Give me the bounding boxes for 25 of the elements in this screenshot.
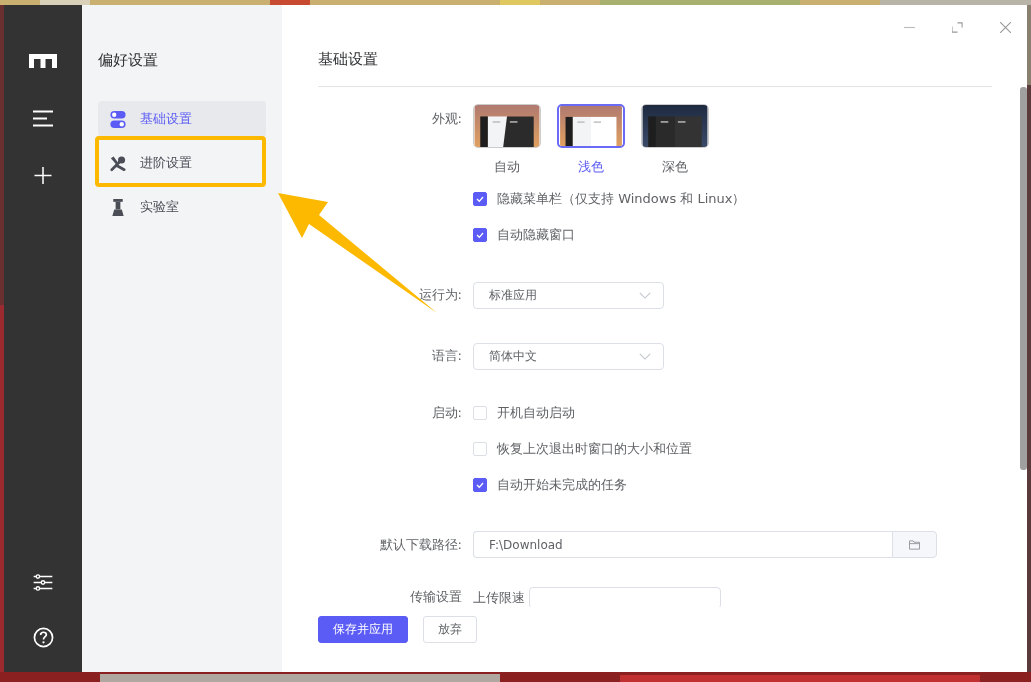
field-label: 外观: (430, 110, 462, 128)
sidebar-item[interactable]: 进阶设置 (98, 145, 266, 181)
page-title: 基础设置 (318, 50, 378, 70)
dropdown[interactable]: 简体中文 (473, 343, 664, 370)
field-label: 上传限速 (473, 589, 525, 607)
path-field[interactable]: F:\Download (473, 531, 892, 558)
field-label: 默认下载路径: (378, 536, 462, 554)
checkbox-label: 自动隐藏窗口 (497, 226, 575, 244)
checkbox-label: 自动开始未完成的任务 (497, 476, 627, 494)
field-label: 启动: (430, 404, 462, 422)
field-label: 运行为: (417, 286, 462, 304)
save-button[interactable]: 保存并应用 (318, 616, 408, 643)
checkbox-label: 恢复上次退出时窗口的大小和位置 (497, 440, 692, 458)
checkbox-label: 隐藏菜单栏（仅支持 Windows 和 Linux） (497, 190, 746, 208)
theme-label: 自动 (494, 158, 520, 176)
sidebar-item[interactable]: 实验室 (98, 189, 266, 225)
dropdown[interactable]: 标准应用 (473, 282, 664, 309)
checkbox-label: 开机自动启动 (497, 404, 575, 422)
theme-label: 深色 (662, 158, 688, 176)
field-label: 语言: (430, 347, 462, 365)
theme-label: 浅色 (578, 158, 604, 176)
discard-button[interactable]: 放弃 (423, 616, 477, 643)
panel-title: 偏好设置 (98, 51, 159, 71)
field-label: 传输设置 (409, 588, 462, 606)
sidebar-item[interactable]: 基础设置 (98, 101, 266, 137)
